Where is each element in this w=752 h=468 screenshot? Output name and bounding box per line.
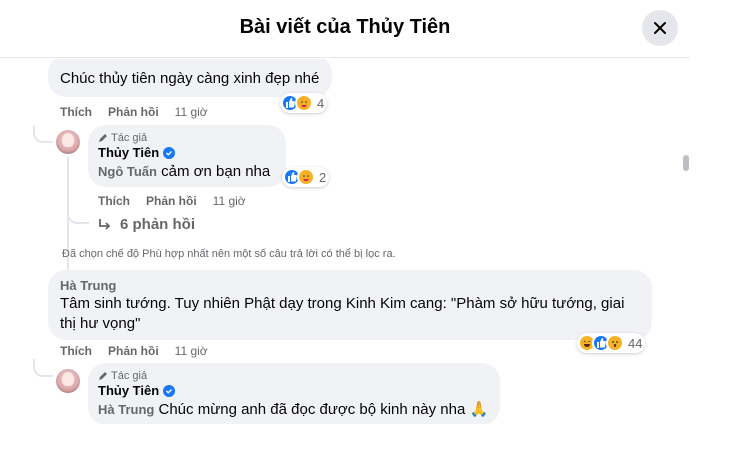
comment-bubble: Chúc thủy tiên ngày càng xinh đẹp nhé xyxy=(48,59,332,97)
reply-bubble: Tác giả Thủy Tiên Ngô Tuấn cảm ơn bạn nh… xyxy=(88,125,286,187)
care-reaction-icon xyxy=(297,168,315,186)
reply-link[interactable]: Phản hồi xyxy=(146,194,197,208)
view-more-replies[interactable]: 6 phản hồi xyxy=(98,216,195,233)
reply-text: Chúc mừng anh đã đọc được bộ kinh này nh… xyxy=(154,401,489,418)
thread-connector xyxy=(33,359,53,377)
timestamp[interactable]: 11 giờ xyxy=(175,105,208,119)
pencil-icon xyxy=(99,372,107,380)
care-reaction-icon xyxy=(295,94,313,112)
verified-badge-icon xyxy=(163,385,176,397)
reaction-summary[interactable]: 44 xyxy=(577,333,646,353)
dialog-header: Bài viết của Thủy Tiên xyxy=(0,0,690,58)
like-link[interactable]: Thích xyxy=(60,344,92,358)
reaction-summary[interactable]: 4 xyxy=(280,93,328,113)
verified-badge-icon xyxy=(163,147,176,159)
reaction-count: 2 xyxy=(319,169,327,185)
tagged-user[interactable]: Hà Trung xyxy=(98,402,154,417)
reaction-count: 44 xyxy=(628,335,643,351)
comment-actions: Thích Phản hồi 11 giờ xyxy=(60,105,208,119)
scrollbar-thumb[interactable] xyxy=(683,155,689,171)
like-link[interactable]: Thích xyxy=(98,194,130,208)
reply-arrow-icon xyxy=(99,218,111,230)
reply-actions: Thích Phản hồi 11 giờ xyxy=(98,194,246,208)
timestamp[interactable]: 11 giờ xyxy=(175,344,208,358)
author-badge: Tác giả xyxy=(98,369,490,383)
filter-notice: Đã chọn chế độ Phù hợp nhất nên một số c… xyxy=(62,248,396,260)
thread-connector xyxy=(33,125,53,143)
comment-text: Chúc thủy tiên ngày càng xinh đẹp nhé xyxy=(60,70,320,87)
like-link[interactable]: Thích xyxy=(60,105,92,119)
comment-bubble: Hà Trung Tâm sinh tướng. Tuy nhiên Phật … xyxy=(48,270,652,340)
reply-link[interactable]: Phản hồi xyxy=(108,344,159,358)
comment-actions: Thích Phản hồi 11 giờ xyxy=(60,344,208,358)
reply-text: cảm ơn bạn nha xyxy=(156,163,271,180)
timestamp[interactable]: 11 giờ xyxy=(213,194,246,208)
avatar[interactable] xyxy=(56,369,80,393)
close-icon xyxy=(654,22,666,34)
comments-scroll-area[interactable]: Chúc thủy tiên ngày càng xinh đẹp nhé 4 … xyxy=(0,59,690,424)
close-button[interactable] xyxy=(642,10,678,46)
comment-author[interactable]: Hà Trung xyxy=(60,278,640,294)
author-badge: Tác giả xyxy=(98,131,276,145)
pencil-icon xyxy=(99,134,107,142)
reaction-summary[interactable]: 2 xyxy=(282,167,330,187)
comment-text: Tâm sinh tướng. Tuy nhiên Phật dạy trong… xyxy=(60,295,625,332)
reply-bubble: Tác giả Thủy Tiên Hà Trung Chúc mừng anh… xyxy=(88,363,500,424)
reply-author[interactable]: Thủy Tiên xyxy=(98,383,490,399)
reply-author[interactable]: Thủy Tiên xyxy=(98,145,276,161)
avatar[interactable] xyxy=(56,130,80,154)
tagged-user[interactable]: Ngô Tuấn xyxy=(98,164,157,179)
dialog-title: Bài viết của Thủy Tiên xyxy=(239,16,451,38)
wow-reaction-icon xyxy=(606,334,624,352)
reply-link[interactable]: Phản hồi xyxy=(108,105,159,119)
reaction-count: 4 xyxy=(317,95,325,111)
thread-connector xyxy=(67,204,89,224)
